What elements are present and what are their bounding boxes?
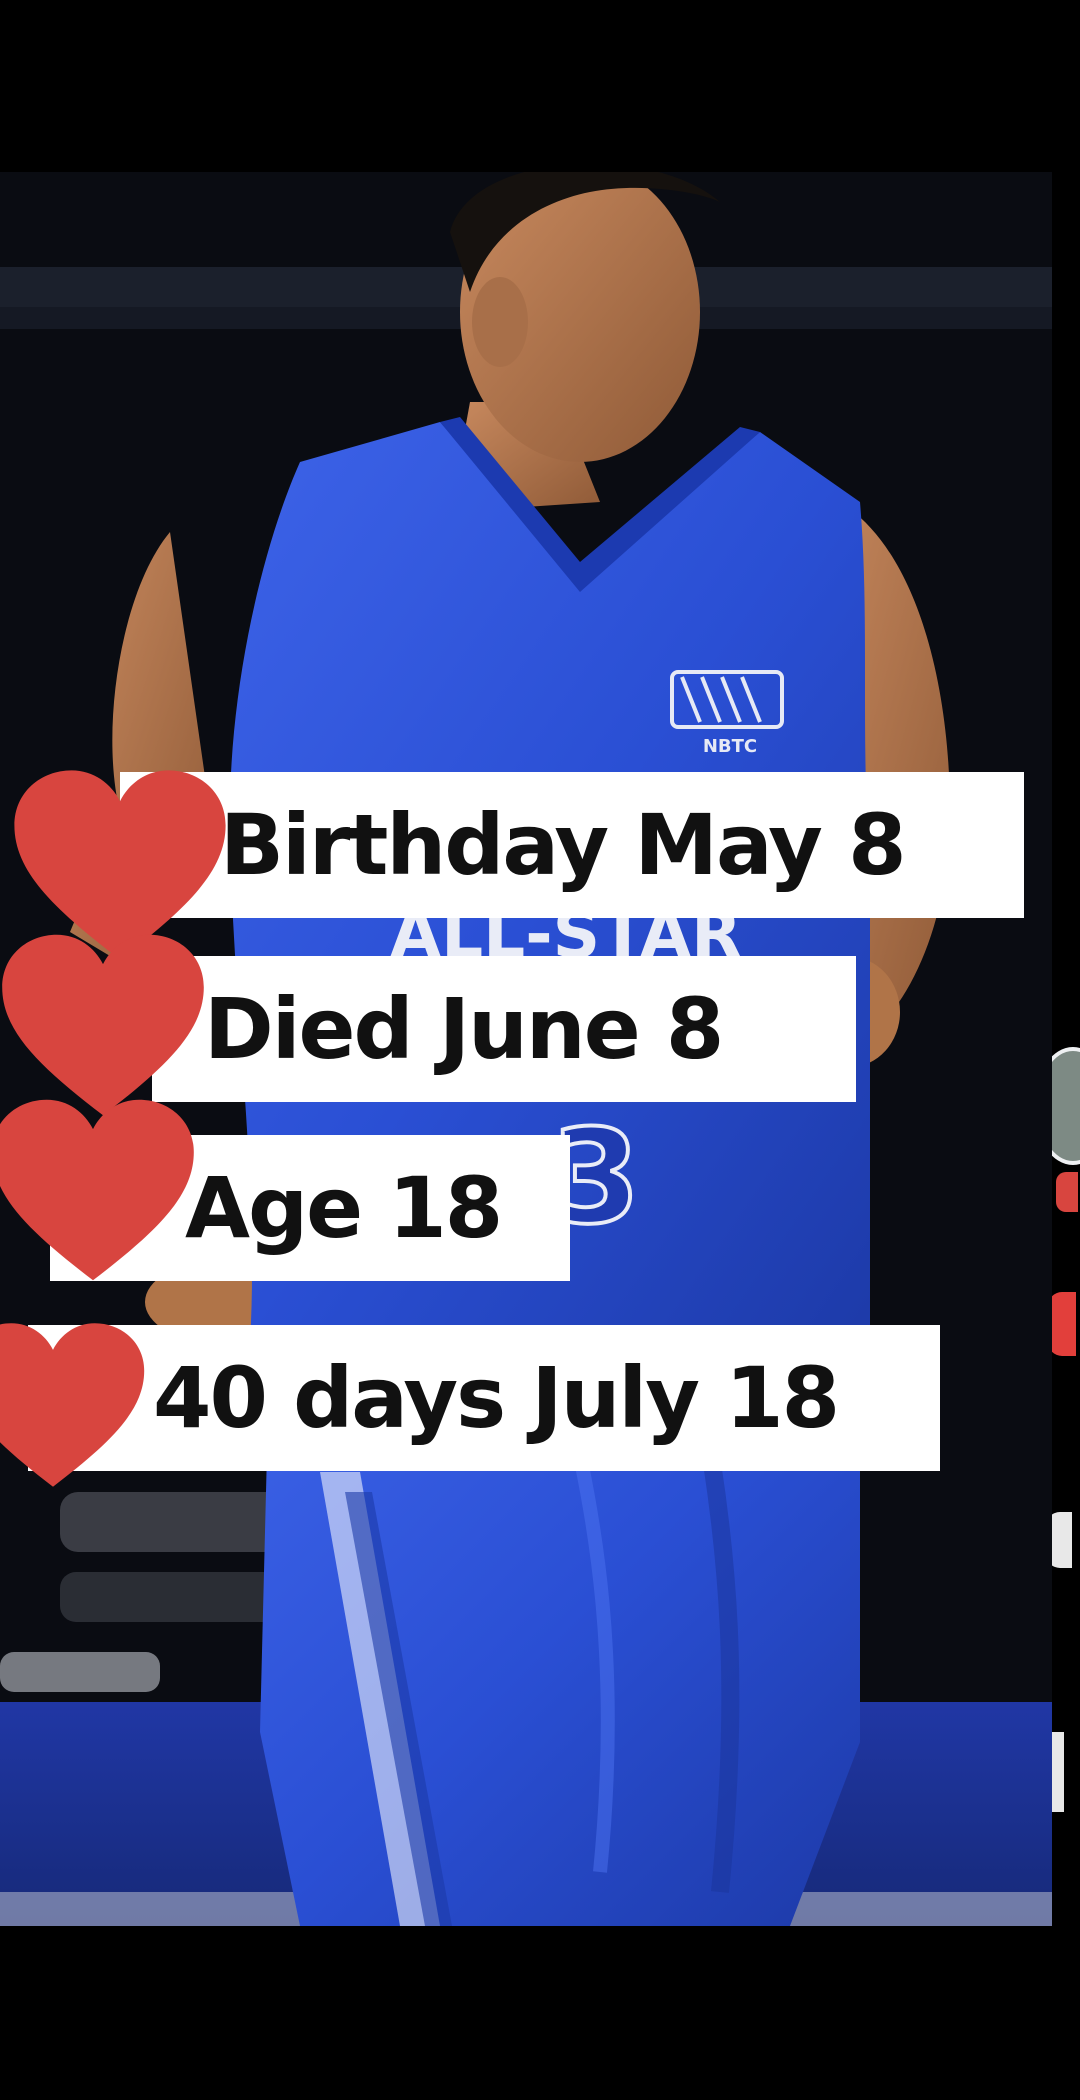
forty-days-text: 40 days July 18 [153, 1349, 840, 1447]
label-died: Died June 8 [152, 956, 856, 1102]
avatar[interactable] [1052, 1047, 1080, 1165]
label-forty-days: 40 days July 18 [28, 1325, 940, 1471]
label-birthday: Birthday May 8 [120, 772, 1024, 918]
side-action-strip [1052, 172, 1080, 1926]
video-frame: NBTC ALL-STAR 3 Birthday May 8 Died June… [0, 0, 1080, 2100]
jersey-logo-text: NBTC [703, 736, 757, 757]
heart-icon [0, 1099, 194, 1281]
like-icon[interactable] [1052, 1292, 1076, 1356]
died-text: Died June 8 [204, 980, 724, 1078]
birthday-text: Birthday May 8 [220, 796, 907, 894]
share-icon[interactable] [1052, 1732, 1064, 1812]
heart-icon [0, 1323, 145, 1487]
age-text: Age 18 [185, 1159, 503, 1257]
heart-icon[interactable] [1056, 1172, 1078, 1212]
comment-icon[interactable] [1052, 1512, 1072, 1568]
